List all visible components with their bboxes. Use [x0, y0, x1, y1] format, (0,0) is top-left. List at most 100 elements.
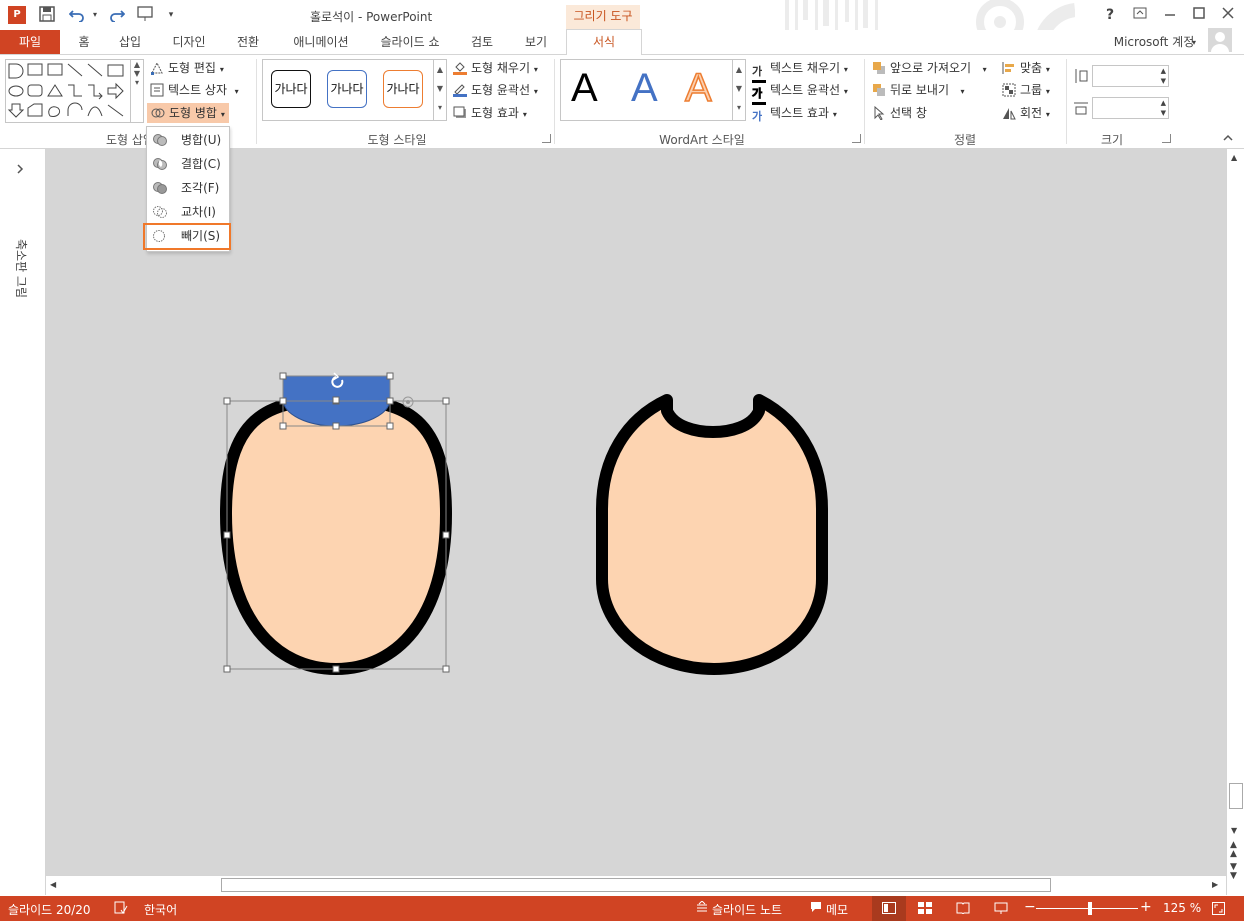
wordart-scroll[interactable]: ▲ ▼ ▾: [732, 60, 745, 120]
height-input[interactable]: ▲ ▼: [1092, 65, 1169, 87]
notes-icon[interactable]: [696, 900, 708, 916]
text-fill-button[interactable]: 가 텍스트 채우기 ▾: [752, 58, 848, 83]
vertical-scrollbar[interactable]: ▲ ▼ ▲ ▲ ▼ ▼: [1226, 149, 1244, 895]
scroll-right-icon[interactable]: ▶: [1212, 880, 1218, 889]
fragment-icon: [153, 182, 167, 194]
wordart-style-orange[interactable]: A: [684, 65, 712, 111]
tab-insert[interactable]: 삽입: [112, 30, 148, 54]
merge-menu-union[interactable]: 병합(U): [147, 129, 229, 151]
align-button[interactable]: 맞춤 ▾: [1002, 58, 1050, 78]
adjust-handle-icon[interactable]: [402, 396, 414, 408]
save-icon[interactable]: [38, 6, 56, 24]
tab-slideshow[interactable]: 슬라이드 쇼: [372, 30, 448, 54]
thumbnails-label[interactable]: 축소판 그림: [13, 239, 30, 298]
horizontal-scroll-thumb[interactable]: [221, 878, 1051, 892]
comments-button[interactable]: 메모: [826, 901, 848, 918]
send-backward-button[interactable]: 뒤로 보내기 ▾: [872, 80, 964, 100]
start-slideshow-icon[interactable]: [136, 6, 154, 24]
zoom-in-icon[interactable]: +: [1140, 899, 1152, 915]
wordart-style-blue[interactable]: A: [631, 66, 658, 111]
minimize-icon[interactable]: [1157, 4, 1183, 26]
height-spinner[interactable]: ▲ ▼: [1161, 66, 1166, 86]
text-outline-button[interactable]: 가 텍스트 윤곽선 ▾: [752, 80, 848, 105]
shape-fill-button[interactable]: 도형 채우기 ▾: [453, 58, 538, 78]
group-button[interactable]: 그룹 ▾: [1002, 80, 1050, 100]
zoom-slider-thumb[interactable]: [1088, 902, 1092, 915]
tab-format[interactable]: 서식: [566, 29, 642, 56]
merge-shapes-button[interactable]: 도형 병합 ▾: [147, 103, 229, 123]
width-input[interactable]: ▲ ▼: [1092, 97, 1169, 119]
shape-style-blue[interactable]: 가나다: [327, 70, 367, 108]
horizontal-scrollbar[interactable]: ◀ ▶: [46, 875, 1226, 896]
tab-transitions[interactable]: 전환: [228, 30, 268, 54]
wordart-style-black[interactable]: A: [571, 66, 598, 111]
scroll-left-icon[interactable]: ◀: [50, 880, 56, 889]
previous-slide-icon[interactable]: ▲ ▲: [1230, 841, 1237, 859]
tab-home[interactable]: 홈: [72, 30, 96, 54]
language-indicator[interactable]: 한국어: [144, 901, 177, 918]
undo-icon[interactable]: [68, 6, 86, 24]
rotate-button[interactable]: 회전 ▾: [1002, 103, 1050, 123]
tab-review[interactable]: 검토: [462, 30, 502, 54]
customize-qat-icon[interactable]: ▾: [162, 6, 180, 24]
vertical-scroll-thumb[interactable]: [1229, 783, 1243, 809]
maximize-icon[interactable]: [1186, 4, 1212, 26]
slide-sorter-icon[interactable]: [918, 902, 932, 917]
account-name[interactable]: Microsoft 계정: [1108, 30, 1200, 54]
collapse-ribbon-icon[interactable]: [1222, 131, 1234, 145]
scroll-down-icon[interactable]: ▼: [1231, 826, 1237, 835]
zoom-slider-track[interactable]: [1036, 908, 1138, 909]
next-slide-icon[interactable]: ▼ ▼: [1230, 863, 1237, 881]
expand-thumbnails-icon[interactable]: [14, 163, 26, 178]
shapes-gallery-scroll[interactable]: ▲ ▼ ▾: [130, 60, 143, 122]
shape-style-orange[interactable]: 가나다: [383, 70, 423, 108]
tab-animations[interactable]: 애니메이션: [283, 30, 359, 54]
zoom-level[interactable]: 125 %: [1163, 901, 1201, 915]
shape-styles-scroll[interactable]: ▲ ▼ ▾: [433, 60, 446, 120]
merge-menu-fragment[interactable]: 조각(F): [147, 177, 229, 199]
normal-view-button[interactable]: [872, 896, 906, 921]
right-face-shape[interactable]: [596, 394, 828, 675]
subtract-highlight-box: [143, 223, 231, 250]
merge-menu-combine[interactable]: 결합(C): [147, 153, 229, 175]
undo-dropdown-icon[interactable]: ▾: [86, 6, 104, 24]
shape-outline-button[interactable]: 도형 윤곽선 ▾: [453, 80, 538, 100]
scroll-up-icon[interactable]: ▲: [1231, 153, 1237, 162]
avatar[interactable]: [1208, 28, 1232, 52]
edit-shape-button[interactable]: 도형 편집 ▾: [150, 58, 224, 78]
wordart-launcher[interactable]: [852, 134, 861, 143]
shape-styles-launcher[interactable]: [542, 134, 551, 143]
shapes-gallery[interactable]: ▲ ▼ ▾: [5, 59, 144, 123]
tab-view[interactable]: 보기: [516, 30, 556, 54]
size-launcher[interactable]: [1162, 134, 1171, 143]
wordart-gallery[interactable]: A A A ▲ ▼ ▾: [560, 59, 746, 121]
text-box-icon: [150, 83, 164, 97]
shape-style-black[interactable]: 가나다: [271, 70, 311, 108]
text-effects-button[interactable]: 가 텍스트 효과 ▾: [752, 103, 837, 123]
help-button[interactable]: ?: [1097, 4, 1123, 26]
merge-menu-intersect[interactable]: 교차(I): [147, 201, 229, 223]
slideshow-view-icon[interactable]: [994, 902, 1008, 917]
bring-forward-button[interactable]: 앞으로 가져오기 ▾: [872, 58, 987, 78]
spell-check-icon[interactable]: [114, 901, 128, 918]
slide-canvas[interactable]: [46, 149, 1226, 875]
shape-styles-gallery[interactable]: 가나다 가나다 가나다 ▲ ▼ ▾: [262, 59, 447, 121]
group-label-wordart: WordArt 스타일: [659, 133, 745, 147]
ribbon-display-options-icon[interactable]: [1127, 4, 1153, 26]
selection-pane-button[interactable]: 선택 창: [872, 103, 927, 123]
tab-file[interactable]: 파일: [0, 30, 60, 54]
comments-icon[interactable]: [810, 901, 822, 916]
fit-to-window-icon[interactable]: [1212, 902, 1225, 918]
text-box-button[interactable]: 텍스트 상자 ▾: [150, 80, 239, 100]
tab-design[interactable]: 디자인: [165, 30, 213, 54]
notes-button[interactable]: 슬라이드 노트: [712, 901, 782, 918]
reading-view-icon[interactable]: [956, 902, 970, 917]
zoom-out-icon[interactable]: −: [1024, 899, 1036, 915]
powerpoint-logo-icon[interactable]: P: [8, 6, 26, 24]
account-dropdown-icon[interactable]: ▾: [1192, 38, 1196, 47]
left-face-shape[interactable]: [219, 393, 453, 676]
width-spinner[interactable]: ▲ ▼: [1161, 98, 1166, 118]
redo-icon[interactable]: [108, 6, 126, 24]
shape-effects-button[interactable]: 도형 효과 ▾: [453, 103, 527, 123]
close-icon[interactable]: [1215, 4, 1241, 26]
